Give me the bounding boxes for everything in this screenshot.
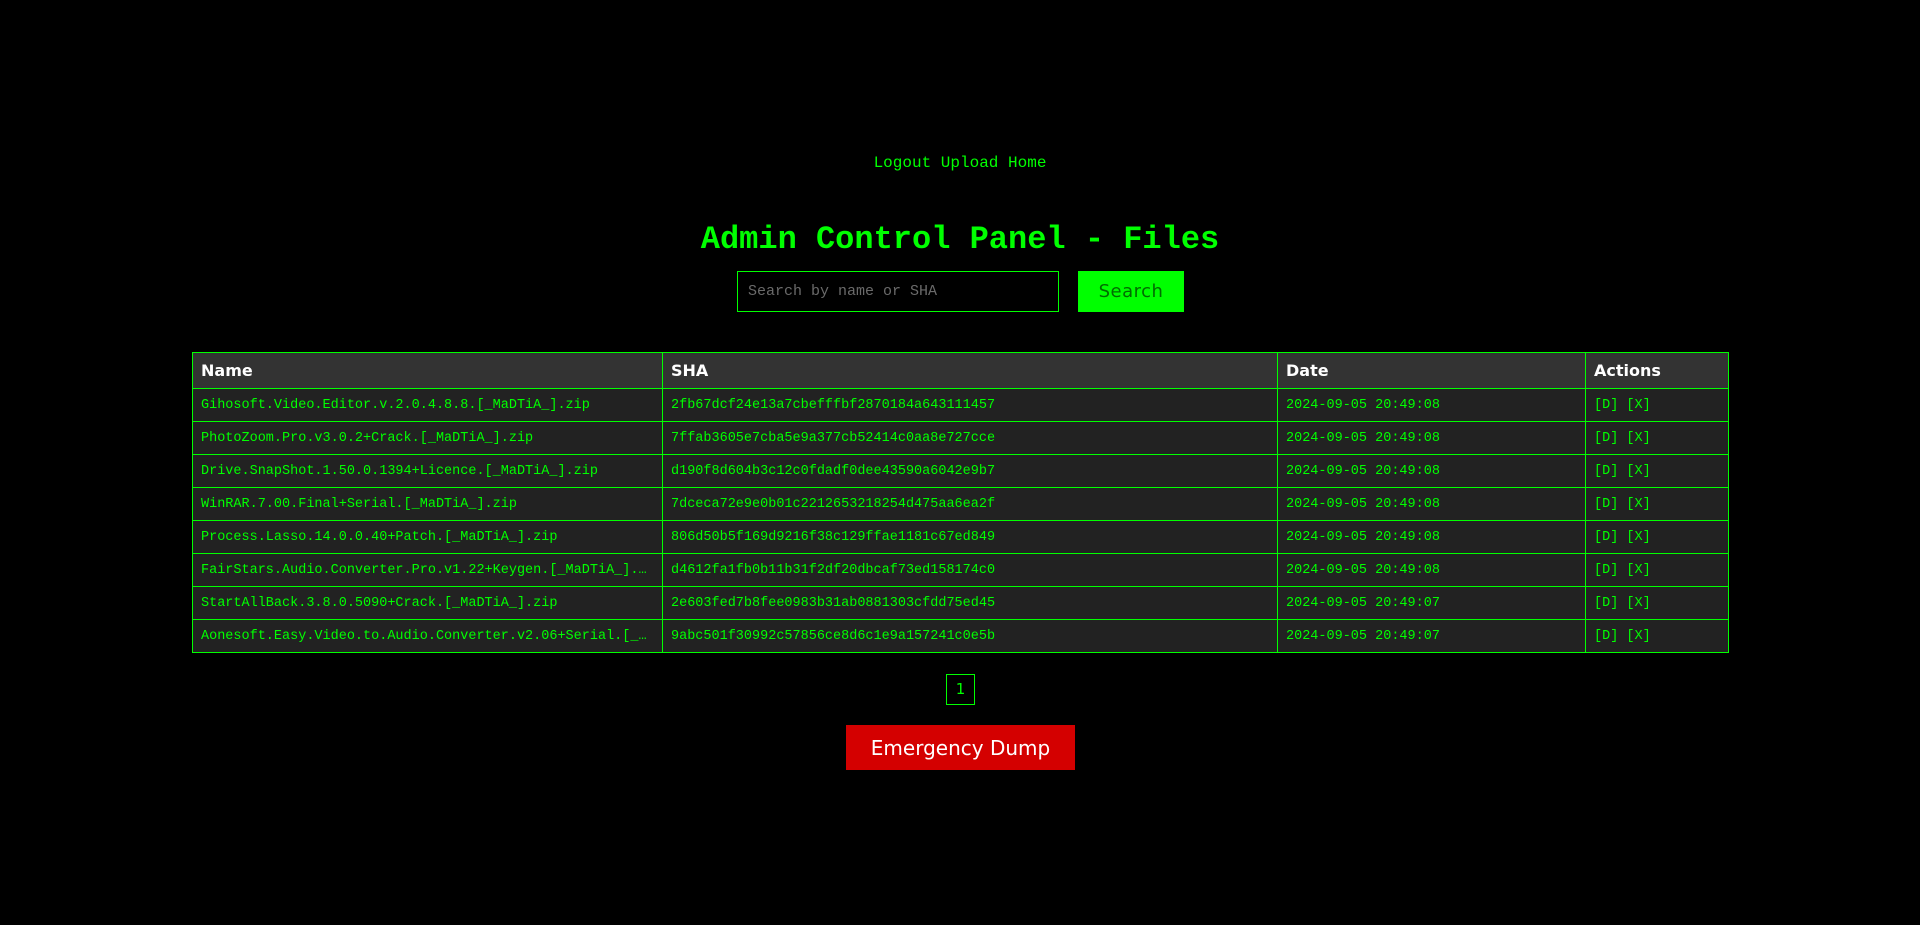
file-date-cell: 2024-09-05 20:49:08: [1277, 454, 1586, 488]
file-sha-cell: 806d50b5f169d9216f38c129ffae1181c67ed849: [662, 520, 1278, 554]
file-name-cell: Drive.SnapShot.1.50.0.1394+Licence.[_MaD…: [192, 454, 663, 488]
page-title: Admin Control Panel - Files: [700, 221, 1220, 258]
search-button[interactable]: Search: [1078, 270, 1184, 312]
files-table: Name SHA Date Actions Gihosoft.Video.Edi…: [192, 352, 1729, 653]
file-name-cell: StartAllBack.3.8.0.5090+Crack.[_MaDTiA_]…: [192, 586, 663, 620]
emergency-dump-button[interactable]: Emergency Dump: [846, 725, 1075, 770]
table-row: Aonesoft.Easy.Video.to.Audio.Converter.v…: [192, 619, 1729, 653]
file-actions-cell: [D] [X]: [1585, 487, 1729, 521]
download-link[interactable]: [D]: [1594, 530, 1618, 545]
table-row: Process.Lasso.14.0.0.40+Patch.[_MaDTiA_]…: [192, 520, 1729, 554]
file-name-cell: Aonesoft.Easy.Video.to.Audio.Converter.v…: [192, 619, 663, 653]
delete-link[interactable]: [X]: [1626, 530, 1650, 545]
download-link[interactable]: [D]: [1594, 563, 1618, 578]
file-actions-cell: [D] [X]: [1585, 586, 1729, 620]
file-sha-cell: d190f8d604b3c12c0fdadf0dee43590a6042e9b7: [662, 454, 1278, 488]
home-link[interactable]: Home: [1008, 154, 1046, 172]
file-date-cell: 2024-09-05 20:49:08: [1277, 487, 1586, 521]
file-name-cell: WinRAR.7.00.Final+Serial.[_MaDTiA_].zip: [192, 487, 663, 521]
file-date-cell: 2024-09-05 20:49:08: [1277, 553, 1586, 587]
table-row: StartAllBack.3.8.0.5090+Crack.[_MaDTiA_]…: [192, 586, 1729, 620]
file-sha-cell: d4612fa1fb0b11b31f2df20dbcaf73ed158174c0: [662, 553, 1278, 587]
file-name-cell: FairStars.Audio.Converter.Pro.v1.22+Keyg…: [192, 553, 663, 587]
file-name-cell: PhotoZoom.Pro.v3.0.2+Crack.[_MaDTiA_].zi…: [192, 421, 663, 455]
file-actions-cell: [D] [X]: [1585, 454, 1729, 488]
delete-link[interactable]: [X]: [1626, 431, 1650, 446]
search-input[interactable]: [737, 270, 1059, 312]
file-date-cell: 2024-09-05 20:49:07: [1277, 619, 1586, 653]
file-date-cell: 2024-09-05 20:49:07: [1277, 586, 1586, 620]
page-1-button[interactable]: 1: [946, 674, 975, 705]
logout-link[interactable]: Logout: [874, 154, 932, 172]
file-sha-cell: 9abc501f30992c57856ce8d6c1e9a157241c0e5b: [662, 619, 1278, 653]
download-link[interactable]: [D]: [1594, 464, 1618, 479]
file-sha-cell: 7ffab3605e7cba5e9a377cb52414c0aa8e727cce: [662, 421, 1278, 455]
file-actions-cell: [D] [X]: [1585, 421, 1729, 455]
file-sha-cell: 2e603fed7b8fee0983b31ab0881303cfdd75ed45: [662, 586, 1278, 620]
table-row: Drive.SnapShot.1.50.0.1394+Licence.[_MaD…: [192, 454, 1729, 488]
file-date-cell: 2024-09-05 20:49:08: [1277, 421, 1586, 455]
table-row: Gihosoft.Video.Editor.v.2.0.4.8.8.[_MaDT…: [192, 388, 1729, 422]
file-name-cell: Gihosoft.Video.Editor.v.2.0.4.8.8.[_MaDT…: [192, 388, 663, 422]
column-header-sha: SHA: [662, 352, 1278, 389]
file-sha-cell: 2fb67dcf24e13a7cbefffbf2870184a643111457: [662, 388, 1278, 422]
column-header-name: Name: [192, 352, 663, 389]
file-actions-cell: [D] [X]: [1585, 619, 1729, 653]
file-sha-cell: 7dceca72e9e0b01c2212653218254d475aa6ea2f: [662, 487, 1278, 521]
search-bar: Search: [737, 270, 1184, 312]
file-actions-cell: [D] [X]: [1585, 388, 1729, 422]
column-header-date: Date: [1277, 352, 1586, 389]
delete-link[interactable]: [X]: [1626, 629, 1650, 644]
file-date-cell: 2024-09-05 20:49:08: [1277, 520, 1586, 554]
file-date-cell: 2024-09-05 20:49:08: [1277, 388, 1586, 422]
file-actions-cell: [D] [X]: [1585, 553, 1729, 587]
download-link[interactable]: [D]: [1594, 596, 1618, 611]
top-nav: Logout Upload Home: [0, 153, 1920, 173]
delete-link[interactable]: [X]: [1626, 563, 1650, 578]
table-header-row: Name SHA Date Actions: [192, 352, 1729, 389]
delete-link[interactable]: [X]: [1626, 398, 1650, 413]
download-link[interactable]: [D]: [1594, 629, 1618, 644]
download-link[interactable]: [D]: [1594, 497, 1618, 512]
file-name-cell: Process.Lasso.14.0.0.40+Patch.[_MaDTiA_]…: [192, 520, 663, 554]
file-actions-cell: [D] [X]: [1585, 520, 1729, 554]
download-link[interactable]: [D]: [1594, 398, 1618, 413]
delete-link[interactable]: [X]: [1626, 497, 1650, 512]
delete-link[interactable]: [X]: [1626, 596, 1650, 611]
delete-link[interactable]: [X]: [1626, 464, 1650, 479]
column-header-actions: Actions: [1585, 352, 1729, 389]
table-row: PhotoZoom.Pro.v3.0.2+Crack.[_MaDTiA_].zi…: [192, 421, 1729, 455]
download-link[interactable]: [D]: [1594, 431, 1618, 446]
table-row: FairStars.Audio.Converter.Pro.v1.22+Keyg…: [192, 553, 1729, 587]
table-row: WinRAR.7.00.Final+Serial.[_MaDTiA_].zip …: [192, 487, 1729, 521]
upload-link[interactable]: Upload: [941, 154, 999, 172]
